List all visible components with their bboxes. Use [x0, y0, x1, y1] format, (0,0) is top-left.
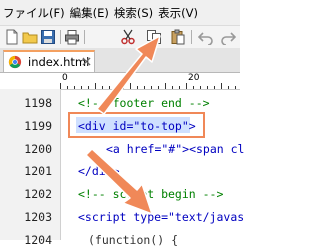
toolbar-separator — [84, 30, 85, 44]
line-number: 1204 — [24, 233, 52, 247]
chrome-icon — [8, 55, 22, 69]
ruler-ticks — [60, 83, 236, 89]
arrow-to-script-line — [85, 148, 153, 215]
toolbar-separator — [191, 30, 192, 44]
redo-icon[interactable] — [220, 29, 236, 45]
open-folder-icon[interactable] — [22, 29, 38, 45]
copy-icon[interactable] — [146, 29, 162, 45]
ruler: 0 20 — [0, 73, 240, 90]
code-line[interactable]: </div> — [78, 164, 120, 178]
toolbar — [0, 26, 240, 49]
line-number: 1203 — [24, 210, 52, 224]
tab-bar: index.html — [0, 48, 240, 73]
line-number: 1199 — [24, 119, 52, 133]
cut-icon[interactable] — [120, 29, 136, 45]
code-line[interactable]: <a href="#"><span cl — [106, 142, 244, 156]
close-icon[interactable] — [82, 57, 91, 66]
code-line[interactable]: <script type="text/javas — [78, 210, 244, 224]
menu-file[interactable]: ファイル(F) — [3, 5, 65, 21]
paste-icon[interactable] — [170, 29, 186, 45]
menu-edit[interactable]: 編集(E) — [70, 5, 109, 21]
code-line-selected[interactable]: <div id="to-top"> — [78, 119, 196, 133]
code-line[interactable]: (function() { — [88, 233, 178, 247]
line-number: 1200 — [24, 142, 52, 156]
code-line[interactable]: <!-- script begin --> — [78, 187, 223, 201]
tab-label: index.html — [28, 55, 90, 69]
toolbar-separator — [60, 30, 61, 44]
line-number: 1202 — [24, 187, 52, 201]
undo-icon[interactable] — [198, 29, 214, 45]
menu-bar: ファイル(F) 編集(E) 検索(S) 表示(V) — [0, 0, 240, 26]
menu-view[interactable]: 表示(V) — [158, 5, 198, 21]
line-number: 1201 — [24, 164, 52, 178]
code-line[interactable]: <!-- footer end --> — [78, 96, 210, 110]
menu-search[interactable]: 検索(S) — [114, 5, 153, 21]
line-number: 1198 — [24, 96, 52, 110]
print-icon[interactable] — [64, 29, 80, 45]
new-file-icon[interactable] — [4, 29, 20, 45]
save-icon[interactable] — [40, 29, 56, 45]
tab-index-html[interactable]: index.html — [3, 50, 95, 72]
